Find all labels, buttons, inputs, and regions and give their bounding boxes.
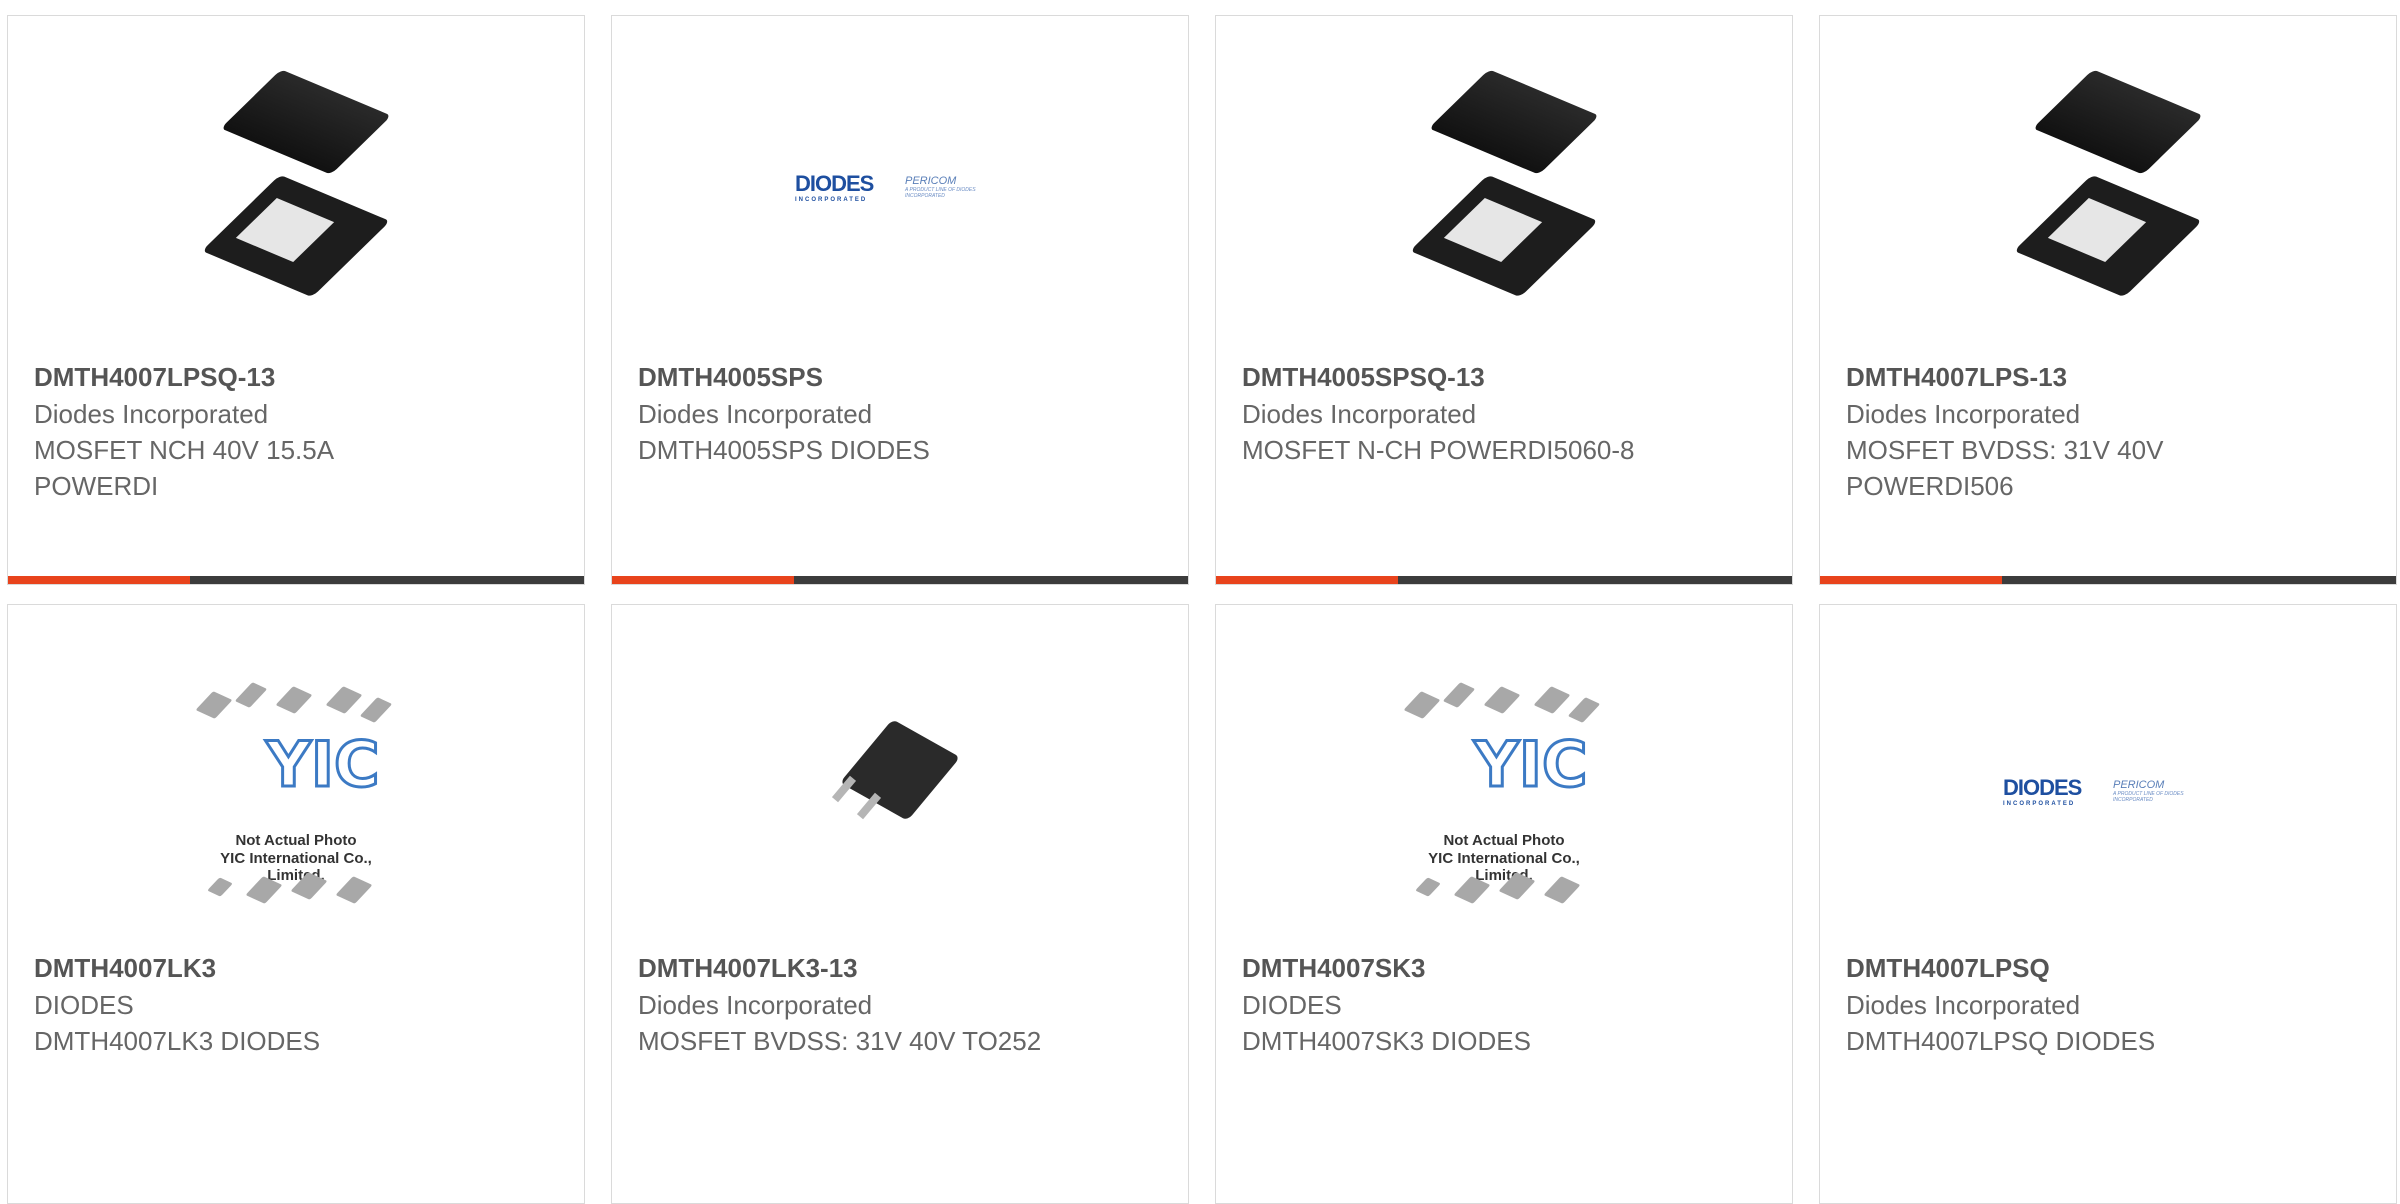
manufacturer: DIODES <box>1242 990 1342 1020</box>
logo-subtext: INCORPORATED <box>795 197 868 203</box>
logo-text: DIODES <box>2003 775 2082 800</box>
part-number[interactable]: DMTH4005SPSQ-13 <box>1242 358 1766 396</box>
part-number[interactable]: DMTH4007LK3 <box>34 949 558 987</box>
part-number[interactable]: DMTH4007LPS-13 <box>1846 358 2370 396</box>
product-card[interactable]: DMTH4005SPSQ-13 Diodes Incorporated MOSF… <box>1215 15 1793 585</box>
description: DMTH4007LK3 DIODES <box>34 1026 321 1056</box>
product-card[interactable]: DMTH4007LPSQ-13 Diodes Incorporated MOSF… <box>7 15 585 585</box>
description: DMTH4007LPSQ DIODES <box>1846 1026 2156 1056</box>
manufacturer: Diodes Incorporated <box>34 399 269 429</box>
card-footer-bar <box>8 576 584 584</box>
product-image[interactable]: YIC Not Actual Photo YIC International C… <box>191 680 401 904</box>
manufacturer: Diodes Incorporated <box>1846 399 2081 429</box>
product-card[interactable]: YIC Not Actual Photo YIC International C… <box>7 604 585 1204</box>
description: MOSFET BVDSS: 31V 40V POWERDI506 <box>1846 435 2164 501</box>
logo-subtext: A PRODUCT LINE OF DIODES INCORPORATED <box>2113 791 2184 803</box>
manufacturer: Diodes Incorporated <box>1242 399 1477 429</box>
card-footer-bar <box>1820 576 2396 584</box>
product-image[interactable]: DIODES INCORPORATED PERICOM A PRODUCT LINE… <box>795 76 1005 286</box>
manufacturer: Diodes Incorporated <box>1846 990 2081 1020</box>
product-card[interactable]: DIODES INCORPORATED PERICOM A PRODUCT LINE… <box>1819 604 2397 1204</box>
part-number[interactable]: DMTH4007LPSQ-13 <box>34 358 558 396</box>
part-number[interactable]: DMTH4007LK3-13 <box>638 949 1162 987</box>
yic-logo: YIC <box>265 728 381 801</box>
product-card[interactable]: DMTH4007LK3-13 Diodes Incorporated MOSFE… <box>611 604 1189 1204</box>
product-card[interactable]: YIC Not Actual Photo YIC International C… <box>1215 604 1793 1204</box>
description: MOSFET NCH 40V 15.5A POWERDI <box>34 435 333 501</box>
card-footer-bar <box>612 576 1188 584</box>
manufacturer: Diodes Incorporated <box>638 399 873 429</box>
description: DMTH4005SPS DIODES <box>638 435 930 465</box>
product-image[interactable] <box>191 69 401 298</box>
part-number[interactable]: DMTH4005SPS <box>638 358 1162 396</box>
logo-text: DIODES <box>795 171 874 196</box>
yic-note: Not Actual Photo <box>1443 832 1565 849</box>
product-image[interactable] <box>1399 69 1609 298</box>
product-image[interactable] <box>2003 69 2213 298</box>
manufacturer: DIODES <box>34 990 134 1020</box>
description: MOSFET BVDSS: 31V 40V TO252 <box>638 1026 1042 1056</box>
yic-logo: YIC <box>1473 728 1589 801</box>
logo-text: PERICOM <box>905 175 957 187</box>
product-image[interactable]: DIODES INCORPORATED PERICOM A PRODUCT LINE… <box>2003 680 2213 890</box>
yic-note: Not Actual Photo <box>235 832 357 849</box>
product-card[interactable]: DMTH4007LPS-13 Diodes Incorporated MOSFE… <box>1819 15 2397 585</box>
card-footer-bar <box>1216 576 1792 584</box>
part-number[interactable]: DMTH4007SK3 <box>1242 949 1766 987</box>
product-image[interactable]: YIC Not Actual Photo YIC International C… <box>1399 680 1609 904</box>
description: MOSFET N-CH POWERDI5060-8 <box>1242 435 1635 465</box>
part-number[interactable]: DMTH4007LPSQ <box>1846 949 2370 987</box>
diodes-logo: DIODES INCORPORATED PERICOM A PRODUCT LINE… <box>2003 775 2213 807</box>
logo-subtext: A PRODUCT LINE OF DIODES INCORPORATED <box>905 187 976 199</box>
diodes-logo: DIODES INCORPORATED PERICOM A PRODUCT LINE… <box>795 171 1005 203</box>
product-card[interactable]: DIODES INCORPORATED PERICOM A PRODUCT LINE… <box>611 15 1189 585</box>
logo-text: PERICOM <box>2113 779 2165 791</box>
product-image[interactable] <box>795 680 1005 890</box>
logo-subtext: INCORPORATED <box>2003 801 2076 807</box>
description: DMTH4007SK3 DIODES <box>1242 1026 1531 1056</box>
manufacturer: Diodes Incorporated <box>638 990 873 1020</box>
